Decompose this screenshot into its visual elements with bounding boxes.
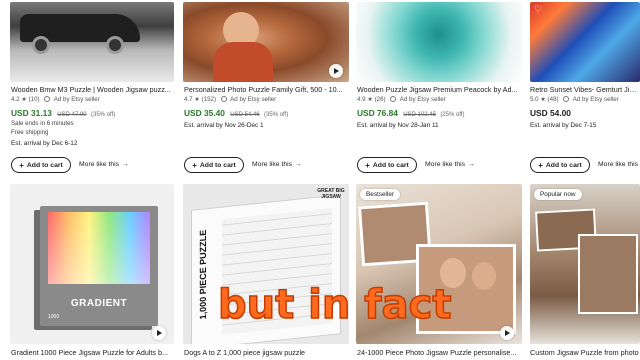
arrival-estimate: Est. arrival by Dec 7-15 [530,122,597,129]
product-rating: 4.2 ★ (10) Ad by Etsy seller [11,96,100,103]
gradient-puzzle-box: GRADIENT 1000 [40,206,158,326]
product-image[interactable] [356,2,522,82]
heart-icon[interactable]: ♡ [534,4,542,15]
product-image[interactable]: Popular now [530,184,640,344]
more-like-this-label: More like this [425,161,466,168]
product-title[interactable]: Dogs A to Z 1,000 piece jigsaw puzzle [184,348,350,357]
add-to-cart-button[interactable]: + Add to cart [184,157,244,173]
play-video-icon[interactable] [329,64,343,78]
product-image[interactable]: GRADIENT 1000 [10,184,174,344]
more-like-this-link[interactable]: More like this → [252,161,302,168]
product-title[interactable]: Gradient 1000 Piece Jigsaw Puzzle for Ad… [11,348,175,357]
add-to-cart-label: Add to cart [372,161,409,169]
more-like-this-label: More like this [252,161,293,168]
plus-icon: + [19,160,24,170]
product-image[interactable] [10,2,174,82]
sale-price: USD 35.40 [184,108,225,118]
arrow-right-icon: → [295,161,302,168]
bestseller-badge: Bestseller [360,189,401,200]
more-like-this-label: More like this [79,161,120,168]
product-image[interactable]: ♡ [530,2,640,82]
product-title[interactable]: Custom Jigsaw Puzzle from photo [530,348,640,357]
product-title[interactable]: Wooden Bmw M3 Puzzle | Wooden Jigsaw puz… [11,85,175,94]
sale-ends-text: Sale ends in 6 minutes [11,120,74,127]
product-card-gradient[interactable]: GRADIENT 1000 Gradient 1000 Piece Jigsaw… [0,182,180,360]
gradient-box-label: GRADIENT [70,298,128,309]
arrow-right-icon: → [468,161,475,168]
sale-price: USD 31.13 [11,108,52,118]
product-title[interactable]: 24-1000 Piece Photo Jigsaw Puzzle person… [357,348,523,357]
rating-text: 4.2 ★ (10) [11,96,40,103]
play-video-icon[interactable] [500,326,514,340]
etsy-seller-icon [390,96,397,102]
product-card-family-photo[interactable]: Personalized Photo Puzzle Family Gift, 5… [180,0,356,180]
product-card-peacock[interactable]: Wooden Puzzle Jigsaw Premium Peacock by … [356,0,528,180]
discount-percent: (25% off) [440,112,465,118]
more-like-this-link[interactable]: More like this → [425,161,475,168]
add-to-cart-button[interactable]: + Add to cart [11,157,71,173]
more-like-this-link[interactable]: More like this [598,161,638,168]
sale-price: USD 54.00 [530,108,571,118]
product-rating: 4.9 ★ (26) Ad by Etsy seller [357,96,446,103]
product-price: USD 54.00 [530,108,571,118]
arrow-right-icon: → [122,161,129,168]
arrival-estimate: Est. arrival by Dec 6-12 [11,140,78,147]
ad-label: Ad by Etsy seller [230,96,277,103]
rating-text: 4.9 ★ (26) [357,96,386,103]
product-card-custom[interactable]: Popular now Custom Jigsaw Puzzle from ph… [528,182,640,360]
original-price: USD 54.46 [230,112,260,118]
add-to-cart-label: Add to cart [26,161,63,169]
discount-percent: (35% off) [90,112,116,118]
add-to-cart-button[interactable]: + Add to cart [357,157,417,173]
product-card-photo-puzzle[interactable]: Bestseller 24-1000 Piece Photo Jigsaw Pu… [356,182,528,360]
add-to-cart-label: Add to cart [545,161,582,169]
product-price: USD 76.84 USD 102.45 (25% off) [357,108,465,118]
product-price: USD 31.13 USD 47.90 (35% off) [11,108,115,118]
more-like-this-label: More like this [598,161,639,168]
arrival-estimate: Est. arrival by Nov 26-Dec 1 [184,122,264,129]
sale-price: USD 76.84 [357,108,398,118]
etsy-seller-icon [44,96,51,102]
product-price: USD 35.40 USD 54.46 (35% off) [184,108,288,118]
gradient-box-count: 1000 [48,314,60,320]
video-caption: but in fact [217,281,452,329]
ad-label: Ad by Etsy seller [399,96,446,103]
ad-label: Ad by Etsy seller [53,96,100,103]
product-card-sunset[interactable]: ♡ Retro Sunset Vibes- Gemturt Jigsa 5.0 … [528,0,640,180]
product-rating: 5.0 ★ (48) Ad by Etsy seller [530,96,619,103]
arrival-estimate: Est. arrival by Nov 28-Jan 11 [357,122,439,129]
plus-icon: + [192,160,197,170]
etsy-seller-icon [220,96,227,102]
ad-label: Ad by Etsy seller [572,96,619,103]
product-card-dogs[interactable]: 1,000 PIECE PUZZLE GREAT BIG JIGSAW Dogs… [180,182,356,360]
product-image[interactable] [183,2,349,82]
original-price: USD 102.45 [403,112,436,118]
product-title[interactable]: Personalized Photo Puzzle Family Gift, 5… [184,85,350,94]
discount-percent: (35% off) [263,112,289,118]
product-title[interactable]: Retro Sunset Vibes- Gemturt Jigsa [530,85,640,94]
product-card-bmw[interactable]: Wooden Bmw M3 Puzzle | Wooden Jigsaw puz… [0,0,180,180]
plus-icon: + [538,160,543,170]
add-to-cart-label: Add to cart [199,161,236,169]
dogs-brand: GREAT BIG JIGSAW [317,188,345,200]
rating-text: 4.7 ★ (152) [184,96,217,103]
rating-text: 5.0 ★ (48) [530,96,559,103]
more-like-this-link[interactable]: More like this → [79,161,129,168]
etsy-seller-icon [563,96,570,102]
free-shipping-text: Free shipping [11,129,49,136]
product-title[interactable]: Wooden Puzzle Jigsaw Premium Peacock by … [357,85,523,94]
popular-now-badge: Popular now [534,189,582,200]
dogs-box-text: 1,000 PIECE PUZZLE [198,229,208,320]
original-price: USD 47.90 [57,112,87,118]
product-rating: 4.7 ★ (152) Ad by Etsy seller [184,96,276,103]
play-video-icon[interactable] [152,326,166,340]
plus-icon: + [365,160,370,170]
add-to-cart-button[interactable]: + Add to cart [530,157,590,173]
